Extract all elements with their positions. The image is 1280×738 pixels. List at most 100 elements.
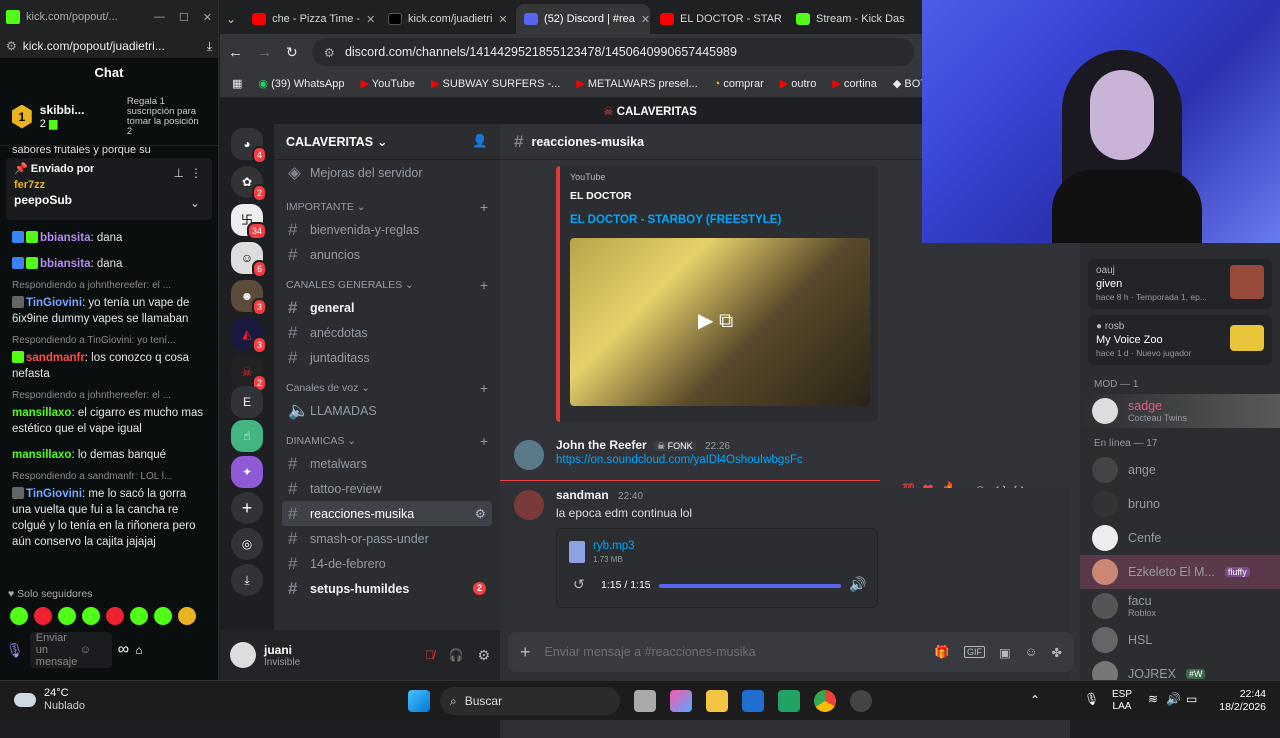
- reply-context[interactable]: Respondiendo a johnthereefer: el ...: [0, 278, 218, 293]
- headphones-icon[interactable]: 🎧: [448, 648, 463, 662]
- server-header[interactable]: CALAVERITAS ⌄ 👤: [274, 124, 500, 160]
- message-author[interactable]: sandman: [556, 488, 609, 502]
- reply-context[interactable]: Respondiendo a sandmanfr: LOL l...: [0, 469, 218, 484]
- server-boost-item[interactable]: ◈ Mejoras del servidor: [282, 160, 492, 185]
- site-info-icon[interactable]: ⚙: [6, 39, 17, 53]
- category-dinamicas[interactable]: DINAMICAS ⌄ +: [274, 431, 500, 451]
- embed-title[interactable]: EL DOCTOR - STARBOY (FREESTYLE): [570, 214, 868, 226]
- message-input[interactable]: Enviar mensaje a #reacciones-musika: [545, 645, 921, 659]
- volume-icon[interactable]: 🔊: [1166, 692, 1181, 706]
- server-icon[interactable]: ◭ 3: [231, 318, 267, 354]
- mute-icon[interactable]: 🎙̸: [425, 648, 434, 662]
- more-icon[interactable]: ⋮: [190, 166, 202, 180]
- forward-icon[interactable]: →: [257, 44, 272, 61]
- bookmark-subway[interactable]: ▶ SUBWAY SURFERS -...: [431, 77, 560, 90]
- pinned-message[interactable]: 📌 Enviado por fer7zz peepoSub ⊥ ⋮ ⌄: [6, 158, 212, 220]
- taskbar-search[interactable]: ⌕ Buscar: [440, 687, 620, 715]
- audio-filename[interactable]: ryb.mp3: [593, 540, 635, 552]
- language-indicator[interactable]: ESP LAA: [1112, 689, 1132, 713]
- tab-search-icon[interactable]: ⌄: [226, 12, 242, 34]
- infinity-icon[interactable]: ∞: [118, 641, 129, 659]
- channel-smash-or-pass[interactable]: # smash-or-pass-under: [282, 526, 492, 551]
- bookmark-outro[interactable]: ▶ outro: [780, 77, 817, 90]
- channel-setups-humildes[interactable]: # setups-humildes 2: [282, 576, 492, 601]
- server-icon[interactable]: ☺ 6: [231, 242, 267, 278]
- member-item[interactable]: Cenfe: [1080, 521, 1280, 555]
- store-icon[interactable]: ⌂: [135, 643, 142, 657]
- category-generales[interactable]: CANALES GENERALES ⌄ +: [274, 275, 500, 295]
- close-icon[interactable]: ✕: [203, 11, 212, 24]
- play-icon[interactable]: ▶ ⧉: [698, 308, 733, 333]
- member-item[interactable]: bruno: [1080, 487, 1280, 521]
- reply-context[interactable]: Respondiendo a TinGiovini: yo tení...: [0, 333, 218, 348]
- emote-row[interactable]: [10, 607, 196, 625]
- channel-metalwars[interactable]: # metalwars: [282, 451, 492, 476]
- channel-anuncios[interactable]: # anuncios: [282, 242, 492, 267]
- task-view-icon[interactable]: [634, 690, 656, 712]
- member-item[interactable]: ange: [1080, 453, 1280, 487]
- tab-el-doctor[interactable]: EL DOCTOR - STAR✕: [652, 4, 786, 34]
- user-settings-icon[interactable]: ⚙: [477, 647, 490, 664]
- gif-icon[interactable]: GIF: [963, 646, 985, 658]
- voice-channel-llamadas[interactable]: 🔈 LLAMADAS: [282, 398, 492, 423]
- channel-reacciones-musika[interactable]: # reacciones-musika ⚙: [282, 501, 492, 526]
- channel-juntaditass[interactable]: # juntaditass: [282, 345, 492, 370]
- copilot-icon[interactable]: [670, 690, 692, 712]
- member-item[interactable]: Ezkeleto El M... fluffy: [1080, 555, 1280, 589]
- member-item[interactable]: sadge Cocteau Twins: [1080, 394, 1280, 428]
- tab-kick-stream[interactable]: Stream - Kick Das: [788, 4, 922, 34]
- bookmark-comprar[interactable]: ◔ comprar: [714, 78, 764, 90]
- member-item[interactable]: JOJREX #W: [1080, 657, 1280, 680]
- server-icon[interactable]: ✦: [231, 456, 263, 488]
- chrome-icon[interactable]: [814, 690, 836, 712]
- embed-author[interactable]: EL DOCTOR: [570, 190, 868, 202]
- avatar[interactable]: [230, 642, 256, 668]
- windows-start-icon[interactable]: [408, 690, 430, 712]
- app-icon[interactable]: [742, 690, 764, 712]
- bookmark-botr[interactable]: ◆ BOTR: [893, 77, 922, 90]
- reply-context[interactable]: Respondiendo a johnthereefer: el ...: [0, 388, 218, 403]
- guild-tag[interactable]: ☠ FONK: [654, 441, 696, 451]
- download-apps-icon[interactable]: ⤓: [231, 564, 263, 596]
- sticker-icon[interactable]: ▣: [999, 645, 1011, 660]
- replay-icon[interactable]: ↺: [573, 576, 585, 593]
- member-item[interactable]: facu Roblox: [1080, 589, 1280, 623]
- reload-icon[interactable]: ↻: [286, 44, 298, 61]
- avatar[interactable]: [514, 440, 544, 470]
- weather-widget[interactable]: 24°C Nublado: [14, 687, 85, 713]
- mic-icon[interactable]: 🎙: [6, 642, 24, 659]
- app-icon[interactable]: [778, 690, 800, 712]
- gift-icon[interactable]: 🎁: [934, 645, 950, 660]
- avatar[interactable]: [514, 490, 544, 520]
- server-icon-e[interactable]: E: [231, 386, 263, 418]
- username[interactable]: juani: [264, 643, 417, 657]
- volume-icon[interactable]: 🔊: [849, 576, 866, 593]
- file-explorer-icon[interactable]: [706, 690, 728, 712]
- bookmark-whatsapp[interactable]: ◉ (39) WhatsApp: [258, 77, 344, 90]
- activity-card[interactable]: oauj given hace 8 h · Temporada 1, ep...: [1088, 259, 1272, 309]
- message-author[interactable]: John the Reefer: [556, 438, 647, 452]
- category-importante[interactable]: IMPORTANTE ⌄ +: [274, 197, 500, 217]
- channel-anecdotas[interactable]: # anécdotas: [282, 320, 492, 345]
- upload-icon[interactable]: +: [520, 642, 531, 663]
- mic-icon[interactable]: 🎙: [1084, 692, 1099, 706]
- server-icon[interactable]: ☝: [231, 420, 263, 452]
- channel-14-de-febrero[interactable]: #14-de-febrero: [282, 551, 492, 576]
- tray-chevron-icon[interactable]: ⌃: [1030, 693, 1040, 707]
- tab-kick[interactable]: kick.com/juadietri ✕: [380, 4, 514, 34]
- message-input[interactable]: Enviar un mensaje ☺: [29, 632, 112, 668]
- activity-card[interactable]: ● rosb My Voice Zoo hace 1 d · Nuevo jug…: [1088, 315, 1272, 365]
- bookmark-youtube[interactable]: ▶ YouTube: [360, 77, 415, 90]
- kick-url[interactable]: kick.com/popout/juadietri...: [23, 39, 201, 53]
- explore-icon[interactable]: ◎: [231, 528, 263, 560]
- battery-icon[interactable]: ▭: [1186, 692, 1197, 706]
- kick-urlbar[interactable]: ⚙ kick.com/popout/juadietri... ⤓: [0, 34, 218, 58]
- unpin-icon[interactable]: ⊥: [174, 166, 184, 180]
- server-icon[interactable]: 卐 34: [231, 204, 267, 240]
- audio-progress[interactable]: [659, 584, 841, 588]
- tab-pizza-time[interactable]: che - Pizza Time - ✕: [244, 4, 378, 34]
- gift-prompt[interactable]: Regala 1 suscripción para tomar la posic…: [127, 96, 206, 137]
- channel-general[interactable]: # general: [282, 295, 492, 320]
- back-icon[interactable]: ←: [228, 44, 243, 61]
- app-icon[interactable]: [850, 690, 872, 712]
